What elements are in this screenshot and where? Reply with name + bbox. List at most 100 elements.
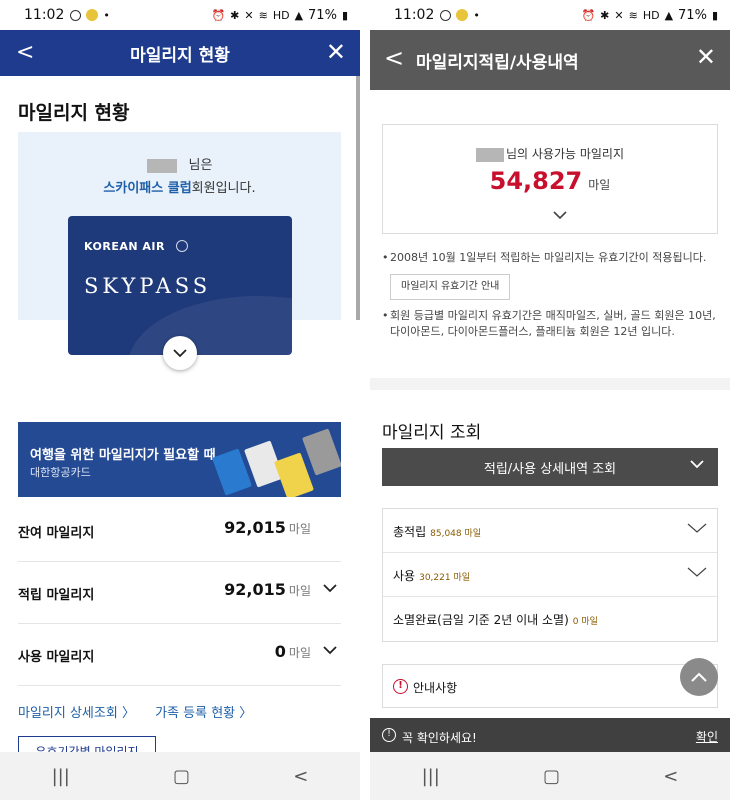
android-nav-bar: ||| ▢ < [0, 752, 360, 800]
toast-message: 꼭 확인하세요! [402, 731, 477, 745]
header-title: 마일리지 현황 [130, 45, 230, 66]
item-sub: 85,048 마일 [430, 529, 482, 539]
network-label: HD [642, 8, 660, 22]
chevron-down-icon[interactable] [323, 646, 337, 655]
status-bar: 11:02 • ⏰ ✱ ✕ ≋ HD ▲ 71% ▮ [370, 0, 730, 30]
bluetooth-icon: ✱ [230, 8, 240, 22]
chevron-down-icon [690, 460, 704, 469]
korean-air-logo-icon [176, 240, 188, 252]
chevron-down-icon[interactable] [323, 584, 337, 593]
close-icon[interactable]: ✕ [696, 43, 716, 71]
recent-apps-icon[interactable]: ||| [52, 766, 70, 787]
wifi-icon: ≋ [258, 8, 268, 22]
list-item: 소멸완료(금일 기준 2년 이내 소멸) 0 마일 [383, 597, 717, 641]
chevron-up-icon [691, 672, 707, 682]
item-label: 총적립 [393, 525, 427, 539]
select-label: 적립/사용 상세내역 조회 [483, 461, 617, 477]
used-mileage-row[interactable]: 사용 마일리지 0 마일 [18, 624, 341, 686]
card-swoosh [128, 296, 292, 355]
card-promo-banner[interactable]: 여행을 위한 마일리지가 필요할 때 대한항공카드 [18, 422, 341, 497]
dot-icon: • [473, 8, 480, 22]
close-icon[interactable]: ✕ [326, 38, 346, 66]
status-right: ⏰ ✱ ✕ ≋ HD ▲ 71% ▮ [581, 8, 718, 23]
family-registration-link[interactable]: 가족 등록 현황 〉 [155, 706, 252, 721]
dot-icon: • [103, 8, 110, 22]
blurred-name [146, 158, 177, 173]
settings-icon [440, 9, 452, 21]
mileage-detail-link[interactable]: 마일리지 상세조회 〉 [18, 706, 135, 721]
chevron-down-icon [173, 348, 187, 357]
bluetooth-icon: ✱ [600, 8, 610, 22]
chevron-down-icon[interactable] [687, 523, 707, 533]
status-right: ⏰ ✱ ✕ ≋ HD ▲ 71% ▮ [211, 8, 348, 23]
scroll-top-button[interactable] [680, 658, 718, 696]
back-icon[interactable]: < [16, 40, 34, 65]
header-title: 마일리지적립/사용내역 [416, 53, 579, 73]
banner-subtitle: 대한항공카드 [30, 466, 91, 479]
toast-confirm-button[interactable]: 확인 [696, 728, 718, 745]
home-icon[interactable]: ▢ [543, 766, 560, 787]
item-label: 사용 [393, 569, 416, 583]
note-item: 회원 등급별 마일리지 유효기간은 매직마일즈, 실버, 골드 회원은 10년,… [382, 308, 718, 340]
notes-section: 2008년 10월 1일부터 적립하는 마일리지는 유효기간이 적용됩니다. 마… [382, 250, 718, 340]
right-header: < 마일리지적립/사용내역 ✕ [370, 30, 730, 90]
alert-icon: ! [393, 679, 408, 694]
status-time: 11:02 [24, 7, 65, 23]
home-icon[interactable]: ▢ [173, 766, 190, 787]
back-nav-icon[interactable]: < [663, 766, 678, 787]
history-select[interactable]: 적립/사용 상세내역 조회 [382, 448, 718, 486]
info-icon: ! [382, 728, 396, 742]
status-bar: 11:02 • ⏰ ✱ ✕ ≋ HD ▲ 71% ▮ [0, 0, 360, 30]
card-brand: KOREAN AIR [84, 240, 165, 253]
notice-row[interactable]: ! 안내사항 [382, 664, 718, 708]
card-name: SKYPASS [84, 274, 212, 298]
row-value: 0 마일 [274, 642, 311, 661]
row-value: 92,015 마일 [224, 518, 311, 537]
member-name-row: 님은 [18, 154, 341, 173]
row-label: 적립 마일리지 [18, 588, 95, 603]
signal-icon: ▲ [294, 8, 304, 22]
right-screen: 11:02 • ⏰ ✱ ✕ ≋ HD ▲ 71% ▮ < 마일리지적립/사용내역… [370, 0, 730, 800]
row-label: 잔여 마일리지 [18, 526, 95, 541]
status-notification-icons: • [440, 9, 480, 22]
mileage-unit: 마일 [588, 178, 611, 192]
battery-icon: ▮ [341, 8, 348, 22]
blurred-name [475, 147, 504, 162]
left-screen: 11:02 • ⏰ ✱ ✕ ≋ HD ▲ 71% ▮ < 마일리지 현황 ✕ 마… [0, 0, 360, 800]
section-divider [370, 378, 730, 390]
row-value: 92,015 마일 [224, 580, 311, 599]
battery-text: 71% [308, 7, 337, 23]
section-title: 마일리지 조회 [382, 423, 482, 443]
back-icon[interactable]: < [384, 44, 404, 72]
club-name: 스카이패스 클럽 [103, 181, 192, 196]
back-nav-icon[interactable]: < [293, 766, 308, 787]
notification-badge-icon [456, 9, 469, 21]
banner-card-image [274, 452, 314, 497]
available-amount: 54,827 마일 [383, 167, 717, 195]
wifi-icon: ≋ [628, 8, 638, 22]
card-expand-button[interactable] [163, 336, 197, 370]
mute-icon: ✕ [614, 8, 624, 22]
row-label: 사용 마일리지 [18, 650, 95, 665]
list-item[interactable]: 총적립 85,048 마일 [383, 509, 717, 553]
recent-apps-icon[interactable]: ||| [422, 766, 440, 787]
note-item: 2008년 10월 1일부터 적립하는 마일리지는 유효기간이 적용됩니다. [382, 250, 718, 266]
battery-icon: ▮ [711, 8, 718, 22]
status-notification-icons: • [70, 9, 110, 22]
item-label: 소멸완료(금일 기준 2년 이내 소멸) [393, 613, 569, 627]
list-item[interactable]: 사용 30,221 마일 [383, 553, 717, 597]
chevron-down-icon[interactable] [553, 211, 567, 220]
validity-info-button[interactable]: 마일리지 유효기간 안내 [390, 274, 511, 300]
mileage-summary-list: 총적립 85,048 마일 사용 30,221 마일 소멸완료(금일 기준 2년 이… [382, 508, 718, 642]
club-suffix: 회원입니다. [191, 181, 256, 196]
left-header: < 마일리지 현황 ✕ [0, 30, 360, 76]
alarm-icon: ⏰ [211, 8, 226, 22]
battery-text: 71% [678, 7, 707, 23]
chevron-down-icon[interactable] [687, 567, 707, 577]
earned-mileage-row[interactable]: 적립 마일리지 92,015 마일 [18, 562, 341, 624]
settings-icon [70, 9, 82, 21]
scrollbar[interactable] [356, 76, 360, 320]
banner-card-image [302, 428, 341, 476]
available-label: 님의 사용가능 마일리지 [383, 145, 717, 162]
notification-badge-icon [86, 9, 99, 21]
